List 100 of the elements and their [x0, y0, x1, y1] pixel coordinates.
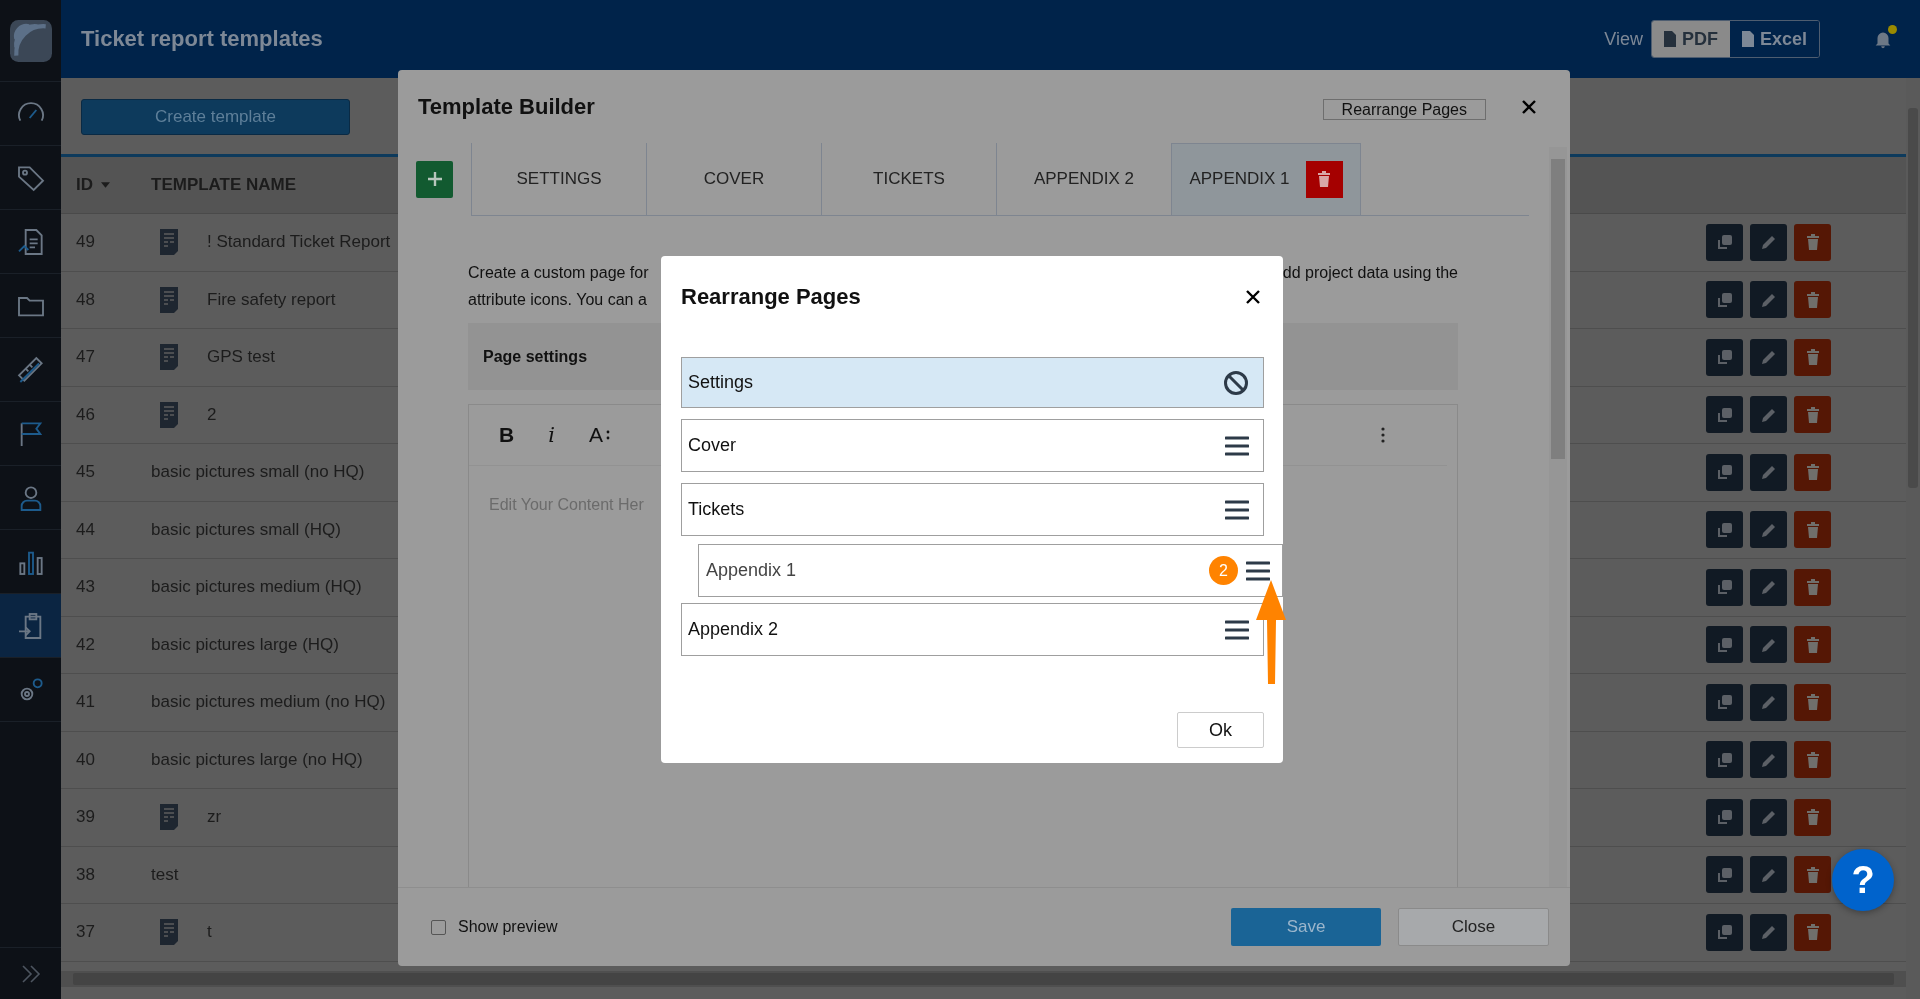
edit-button[interactable]: [1750, 223, 1787, 261]
view-option[interactable]: PDF: [1651, 21, 1730, 57]
drag-handle-icon[interactable]: [1225, 619, 1249, 640]
delete-button[interactable]: [1794, 741, 1831, 779]
table-cell: test: [151, 864, 179, 885]
document-icon: [160, 919, 178, 946]
horizontal-scrollbar[interactable]: [61, 971, 1906, 987]
drag-handle-icon[interactable]: [1225, 435, 1249, 456]
tab[interactable]: TICKETS: [821, 142, 996, 215]
edit-button[interactable]: [1750, 913, 1787, 951]
delete-button[interactable]: [1794, 856, 1831, 894]
copy-button[interactable]: [1706, 683, 1743, 721]
copy-button[interactable]: [1706, 856, 1743, 894]
dots-icon: [605, 429, 610, 441]
page-label: Appendix 1: [706, 560, 797, 581]
copy-button[interactable]: [1706, 338, 1743, 376]
copy-button[interactable]: [1706, 913, 1743, 951]
delete-button[interactable]: [1794, 396, 1831, 434]
italic-button[interactable]: i: [546, 421, 557, 449]
page-item[interactable]: Appendix 2: [681, 603, 1264, 656]
delete-button[interactable]: [1794, 453, 1831, 491]
tab[interactable]: APPENDIX 1: [1171, 142, 1361, 215]
description-text: dd project data using the: [1282, 263, 1458, 283]
kebab-icon: [1381, 427, 1385, 443]
table-cell: Fire safety report: [207, 289, 336, 310]
page-label: Appendix 2: [688, 619, 779, 640]
plus-icon: [426, 171, 443, 187]
description-text: Create a custom page for: [468, 263, 649, 283]
notification-dot: [1888, 25, 1897, 34]
table-cell-text: 39: [75, 807, 96, 828]
delete-button[interactable]: [1794, 913, 1831, 951]
drag-handle-icon[interactable]: [1225, 499, 1249, 520]
document-icon: [160, 286, 178, 313]
font-size-button[interactable]: A: [586, 421, 612, 449]
edit-button[interactable]: [1750, 626, 1787, 664]
checkbox[interactable]: [431, 919, 446, 935]
table-cell: basic pictures small (no HQ): [151, 462, 365, 483]
edit-button[interactable]: [1750, 798, 1787, 836]
blocked-icon: [1223, 369, 1249, 396]
delete-button[interactable]: [1794, 568, 1831, 606]
page-item[interactable]: Appendix 1 2: [698, 544, 1283, 597]
description-text: attribute icons. You can a: [468, 290, 648, 310]
page-item[interactable]: Tickets: [681, 483, 1264, 536]
delete-tab-button[interactable]: [1305, 160, 1343, 198]
page-label: Settings: [688, 372, 754, 393]
delete-button[interactable]: [1794, 338, 1831, 376]
tab[interactable]: SETTINGS: [471, 142, 646, 215]
page-label: Tickets: [688, 499, 745, 520]
help-button[interactable]: ?: [1832, 849, 1894, 911]
delete-button[interactable]: [1794, 683, 1831, 721]
page-label: Cover: [688, 435, 736, 456]
edit-button[interactable]: [1750, 396, 1787, 434]
table-cell-text: 48: [75, 289, 96, 310]
edit-button[interactable]: [1750, 568, 1787, 606]
copy-button[interactable]: [1706, 223, 1743, 261]
sidebar-item[interactable]: [0, 593, 61, 657]
bold-button[interactable]: B: [497, 421, 517, 449]
copy-button[interactable]: [1706, 281, 1743, 319]
section-title: Page settings: [483, 347, 588, 366]
delete-button[interactable]: [1794, 626, 1831, 664]
copy-button[interactable]: [1706, 511, 1743, 549]
copy-button[interactable]: [1706, 396, 1743, 434]
rearrange-pages-button[interactable]: Rearrange Pages: [1322, 99, 1486, 120]
page-title: Ticket report templates: [81, 26, 323, 52]
edit-button[interactable]: [1750, 856, 1787, 894]
delete-button[interactable]: [1794, 223, 1831, 261]
table-cell: t: [207, 922, 212, 943]
table-cell-text: 41: [75, 692, 96, 713]
vertical-scrollbar[interactable]: [1549, 147, 1567, 887]
close-button[interactable]: Close: [1398, 908, 1549, 946]
delete-button[interactable]: [1794, 798, 1831, 836]
file-icon: [1663, 31, 1676, 47]
edit-button[interactable]: [1750, 511, 1787, 549]
delete-button[interactable]: [1794, 281, 1831, 319]
copy-button[interactable]: [1706, 453, 1743, 491]
page-item[interactable]: Cover: [681, 419, 1264, 472]
table-cell: zr: [207, 807, 222, 828]
drag-handle-icon[interactable]: [1246, 560, 1270, 581]
edit-button[interactable]: [1750, 453, 1787, 491]
order-badge: 2: [1209, 556, 1238, 585]
delete-button[interactable]: [1794, 511, 1831, 549]
copy-button[interactable]: [1706, 626, 1743, 664]
copy-button[interactable]: [1706, 798, 1743, 836]
page-item[interactable]: Settings: [681, 357, 1264, 408]
copy-button[interactable]: [1706, 741, 1743, 779]
edit-button[interactable]: [1750, 281, 1787, 319]
table-cell: basic pictures small (HQ): [151, 519, 341, 540]
logo-icon: [9, 19, 52, 62]
edit-button[interactable]: [1750, 338, 1787, 376]
table-cell: basic pictures medium (HQ): [151, 577, 362, 598]
table-cell: basic pictures large (HQ): [151, 634, 339, 655]
ok-button[interactable]: Ok: [1177, 712, 1264, 748]
more-button[interactable]: [1379, 425, 1387, 445]
add-page-button[interactable]: [416, 160, 453, 198]
edit-button[interactable]: [1750, 741, 1787, 779]
tab[interactable]: COVER: [646, 142, 821, 215]
table-cell-text: 42: [75, 634, 96, 655]
edit-button[interactable]: [1750, 683, 1787, 721]
copy-button[interactable]: [1706, 568, 1743, 606]
table-cell-text: 40: [75, 749, 96, 770]
